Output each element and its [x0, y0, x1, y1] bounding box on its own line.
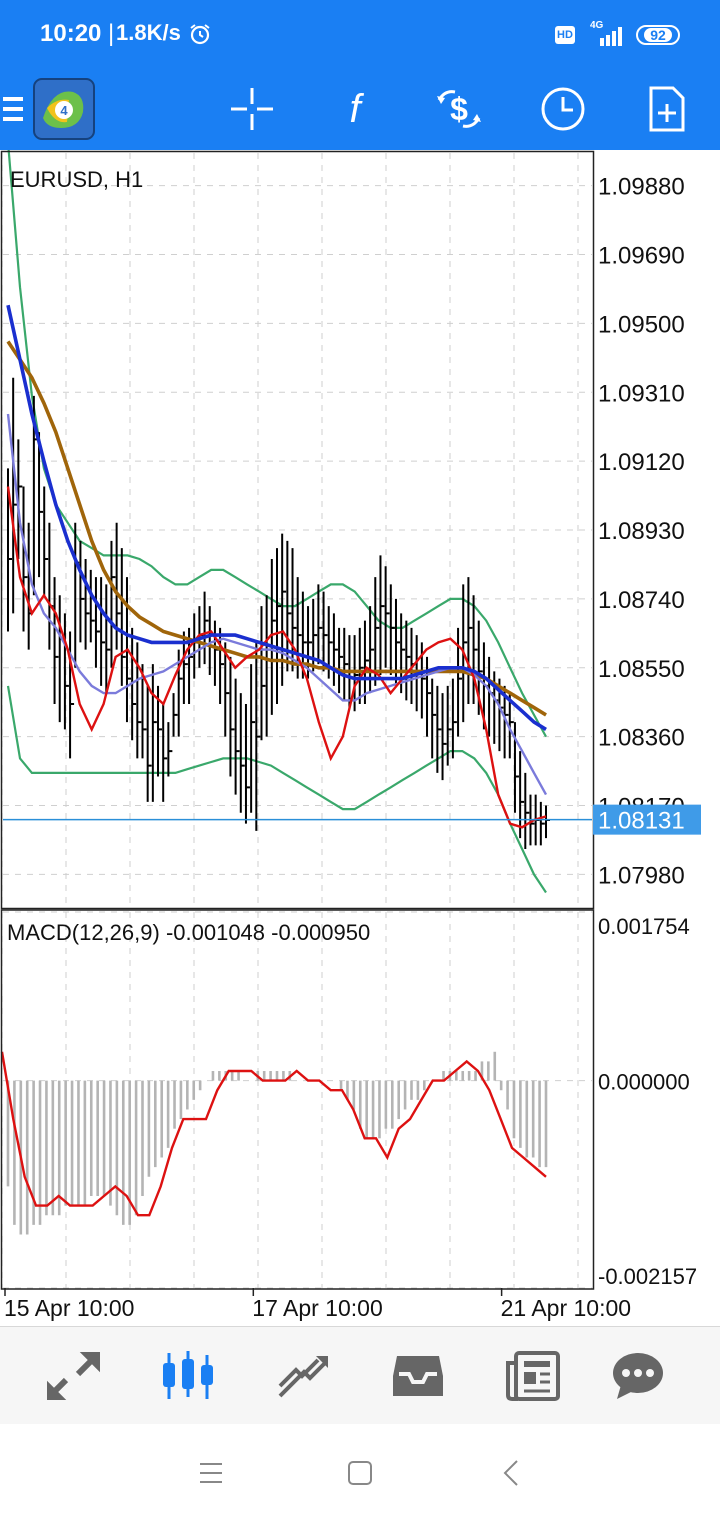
indicators-icon: f [349, 87, 364, 131]
signal-icon [600, 27, 622, 46]
current-price-label: 1.08131 [598, 808, 685, 835]
nav-quotes[interactable] [23, 1327, 123, 1425]
price-axis-tick: 1.09500 [598, 311, 685, 338]
price-axis-tick: 1.08740 [598, 587, 685, 614]
svg-text:f: f [349, 87, 364, 131]
hd-badge: HD [555, 26, 575, 44]
battery-level: 92 [644, 28, 672, 42]
nav-history[interactable] [368, 1327, 468, 1425]
crosshair-button[interactable] [217, 68, 287, 150]
menu-icon [3, 97, 23, 121]
menu-button[interactable] [0, 68, 28, 150]
price-axis-tick: 1.08930 [598, 518, 685, 545]
battery-icon: 92 [636, 25, 680, 45]
status-bar: 10:20 | 1.8K/s HD 4G 92 [0, 0, 720, 68]
top-toolbar: 4 f $ [0, 68, 720, 150]
chart-labels: 1.09880 1.09690 1.09500 1.09310 1.09120 1.089… [4, 167, 701, 1321]
price-chart[interactable]: 1.09880 1.09690 1.09500 1.09310 1.09120 1.089… [0, 142, 720, 1326]
bollinger-lower-line [6, 685, 547, 894]
history-icon [393, 1356, 443, 1396]
status-time: 10:20 [40, 20, 102, 47]
home-icon [348, 1461, 372, 1485]
macd-title: MACD(12,26,9) -0.001048 -0.000950 [7, 920, 370, 945]
alarm-icon [190, 24, 210, 45]
x-axis-tick: 15 Apr 10:00 [4, 1295, 134, 1321]
macd-axis-tick: 0.000000 [598, 1070, 690, 1095]
price-axis-tick: 1.08550 [598, 656, 685, 683]
svg-text:4: 4 [60, 103, 68, 118]
indicators-button[interactable]: f [320, 68, 390, 150]
crosshair-icon [231, 88, 273, 130]
nav-trade[interactable] [253, 1327, 353, 1425]
price-bars [7, 377, 550, 849]
recents-button[interactable] [186, 1448, 236, 1498]
chart-area[interactable]: 1.09880 1.09690 1.09500 1.09310 1.09120 1.089… [0, 142, 720, 1326]
nav-chart[interactable] [138, 1327, 238, 1425]
price-axis-tick: 1.07980 [598, 862, 685, 889]
app-logo: 4 [33, 78, 95, 140]
back-icon [503, 1460, 518, 1486]
news-icon [506, 1351, 560, 1401]
quotes-icon [47, 1352, 100, 1400]
home-button[interactable] [335, 1448, 385, 1498]
timeframe-button[interactable] [528, 68, 598, 150]
macd-axis-tick: -0.002157 [598, 1264, 697, 1289]
symbols-icon: $ [437, 90, 481, 128]
timeframe-icon [541, 87, 585, 131]
price-axis-tick: 1.09690 [598, 243, 685, 270]
x-axis-tick: 21 Apr 10:00 [501, 1295, 631, 1321]
bollinger-bands [6, 142, 547, 894]
new-order-icon [649, 86, 685, 132]
recents-icon [200, 1463, 222, 1483]
nav-news[interactable] [483, 1327, 583, 1425]
status-separator: | [108, 20, 115, 47]
symbols-button[interactable]: $ [424, 68, 494, 150]
status-net-speed: 1.8K/s [116, 20, 181, 45]
price-axis-tick: 1.09310 [598, 380, 685, 407]
price-axis-tick: 1.08360 [598, 725, 685, 752]
chart-title: EURUSD, H1 [10, 167, 143, 192]
price-axis-tick: 1.09120 [598, 449, 685, 476]
macd-histogram [6, 1051, 548, 1235]
app-logo-button[interactable]: 4 [30, 68, 98, 150]
trade-icon [278, 1356, 328, 1398]
nav-messages[interactable] [588, 1327, 688, 1425]
messages-icon [613, 1353, 663, 1399]
system-nav-bar [0, 1424, 720, 1520]
svg-text:$: $ [450, 91, 468, 127]
x-axis-tick: 17 Apr 10:00 [252, 1295, 382, 1321]
chart-icon [163, 1351, 213, 1399]
price-axis-tick: 1.09880 [598, 174, 685, 201]
back-button[interactable] [486, 1448, 536, 1498]
macd-axis-tick: 0.001754 [598, 914, 690, 939]
new-order-button[interactable] [632, 68, 702, 150]
bottom-nav [0, 1326, 720, 1425]
